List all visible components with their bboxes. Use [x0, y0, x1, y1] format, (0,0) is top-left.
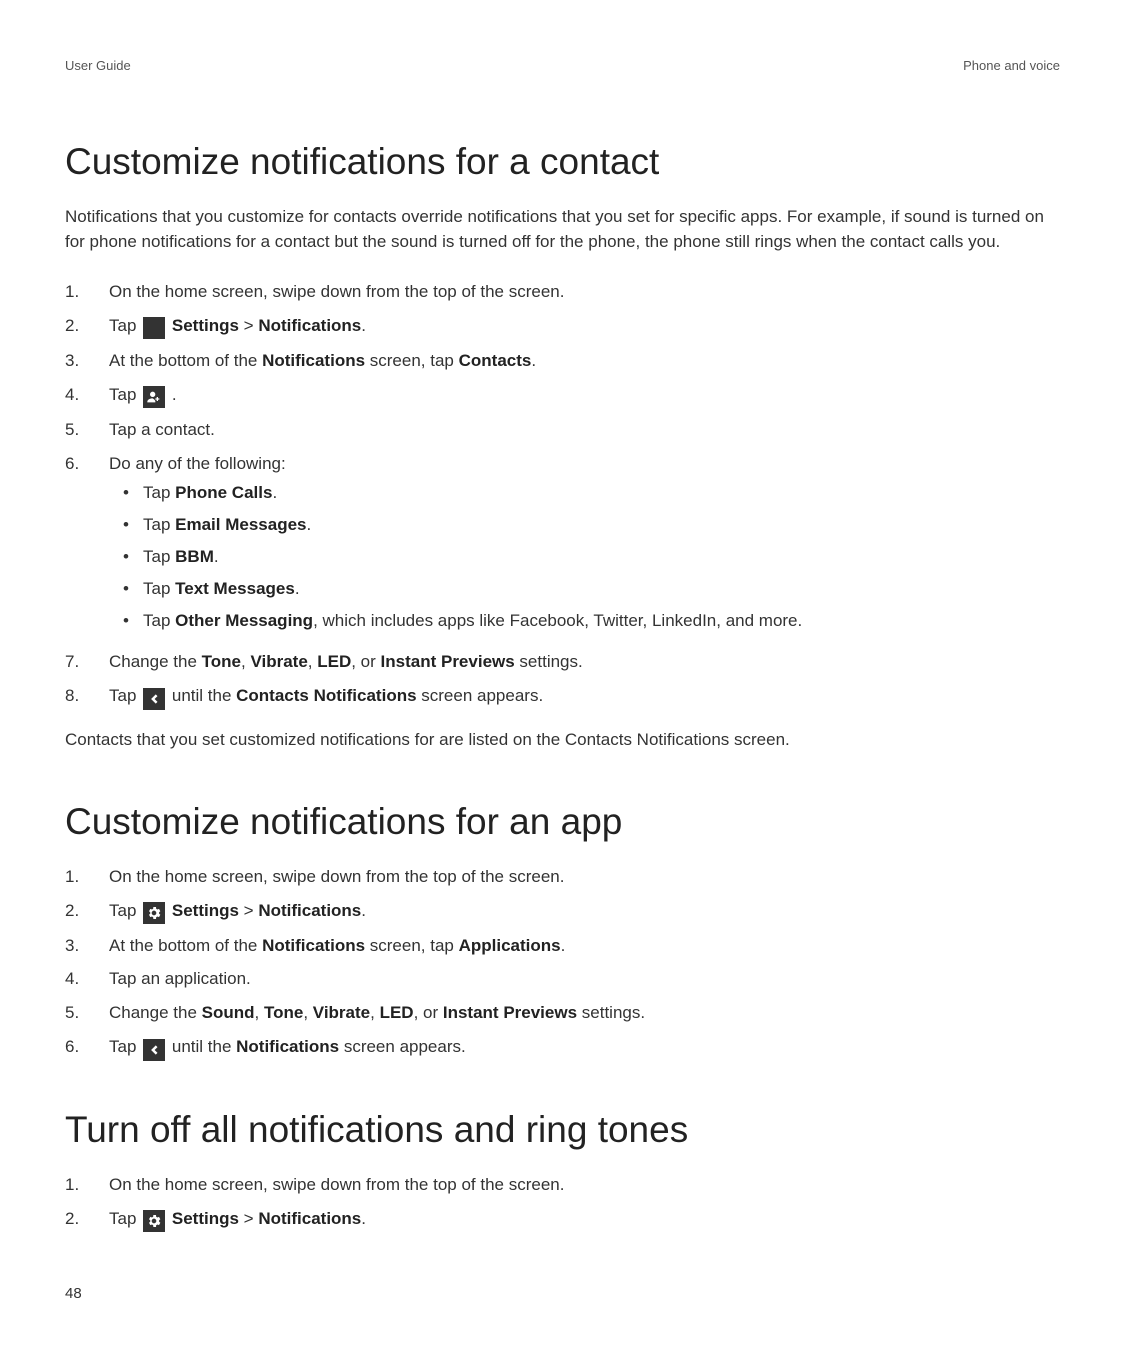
gear-icon — [143, 1210, 165, 1232]
step-number: 1. — [65, 280, 109, 304]
step-number: 8. — [65, 684, 109, 708]
step-text: Tap Settings > Notifications. — [109, 899, 1060, 924]
step-number: 4. — [65, 383, 109, 407]
steps-list-2: 1. On the home screen, swipe down from t… — [65, 865, 1060, 1061]
steps-list-1: 1. On the home screen, swipe down from t… — [65, 280, 1060, 710]
step-number: 5. — [65, 1001, 109, 1025]
back-icon — [143, 1039, 165, 1061]
step-number: 1. — [65, 865, 109, 889]
page: User Guide Phone and voice Customize not… — [0, 0, 1125, 1350]
heading-turn-off: Turn off all notifications and ring tone… — [65, 1109, 1060, 1151]
list-item: Tap Email Messages. — [109, 513, 1060, 537]
step-number: 2. — [65, 899, 109, 923]
step-number: 3. — [65, 934, 109, 958]
list-item: Tap Phone Calls. — [109, 481, 1060, 505]
page-number: 48 — [65, 1285, 82, 1302]
step-number: 1. — [65, 1173, 109, 1197]
step-text: At the bottom of the Notifications scree… — [109, 934, 1060, 958]
step-number: 3. — [65, 349, 109, 373]
step-text: On the home screen, swipe down from the … — [109, 865, 1060, 889]
header-left: User Guide — [65, 58, 131, 73]
step-number: 2. — [65, 1207, 109, 1231]
page-header: User Guide Phone and voice — [65, 58, 1060, 73]
step-text: Tap Settings > Notifications. — [109, 1207, 1060, 1232]
step-text: Tap an application. — [109, 967, 1060, 991]
step-text: At the bottom of the Notifications scree… — [109, 349, 1060, 373]
step-text: On the home screen, swipe down from the … — [109, 280, 1060, 304]
add-contact-icon — [143, 386, 165, 408]
step-text: Tap until the Contacts Notifications scr… — [109, 684, 1060, 710]
header-right: Phone and voice — [963, 58, 1060, 73]
step-text: Do any of the following: Tap Phone Calls… — [109, 452, 1060, 641]
step-text: Tap Settings > Notifications. — [109, 314, 1060, 339]
sub-list: Tap Phone Calls. Tap Email Messages. Tap… — [109, 481, 1060, 632]
step-number: 4. — [65, 967, 109, 991]
heading-customize-contact: Customize notifications for a contact — [65, 141, 1060, 183]
list-item: Tap Text Messages. — [109, 577, 1060, 601]
step-text: On the home screen, swipe down from the … — [109, 1173, 1060, 1197]
list-item: Tap Other Messaging, which includes apps… — [109, 609, 1060, 633]
step-number: 6. — [65, 452, 109, 476]
step-text: Tap a contact. — [109, 418, 1060, 442]
back-icon — [143, 688, 165, 710]
step-number: 2. — [65, 314, 109, 338]
list-item: Tap BBM. — [109, 545, 1060, 569]
step-text: Tap . — [109, 383, 1060, 408]
heading-customize-app: Customize notifications for an app — [65, 801, 1060, 843]
intro-paragraph: Notifications that you customize for con… — [65, 205, 1060, 254]
steps-list-3: 1. On the home screen, swipe down from t… — [65, 1173, 1060, 1232]
step-text: Change the Sound, Tone, Vibrate, LED, or… — [109, 1001, 1060, 1025]
step-text: Tap until the Notifications screen appea… — [109, 1035, 1060, 1061]
gear-icon — [143, 902, 165, 924]
step-number: 7. — [65, 650, 109, 674]
footnote: Contacts that you set customized notific… — [65, 728, 1060, 753]
step-number: 5. — [65, 418, 109, 442]
step-number: 6. — [65, 1035, 109, 1059]
gear-icon — [143, 317, 165, 339]
step-text: Change the Tone, Vibrate, LED, or Instan… — [109, 650, 1060, 674]
